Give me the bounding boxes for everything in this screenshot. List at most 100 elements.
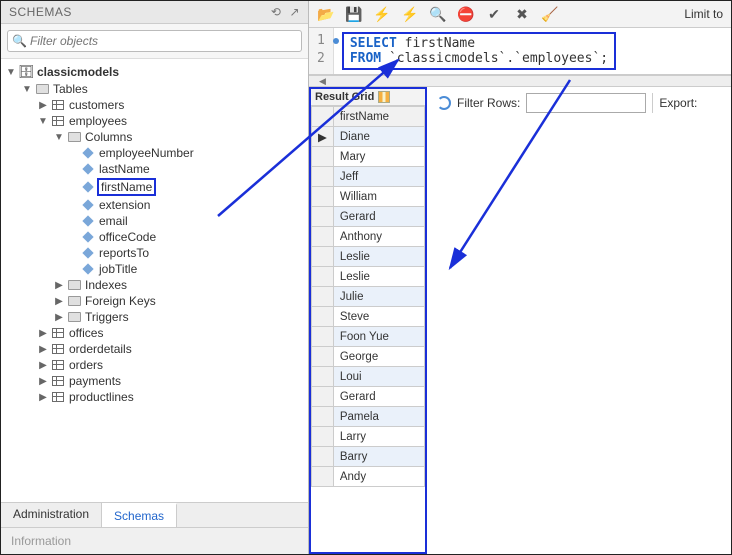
tree-node-column[interactable]: email [1, 213, 308, 229]
tree-node-table[interactable]: ▶productlines [1, 389, 308, 405]
table-row[interactable]: William [312, 187, 425, 207]
result-grid-table[interactable]: firstName ▶Diane Mary Jeff William Gerar… [311, 106, 425, 552]
tree-label: Foreign Keys [83, 294, 156, 308]
cell[interactable]: George [333, 347, 424, 367]
tree-node-column[interactable]: extension [1, 197, 308, 213]
column-header[interactable]: firstName [333, 107, 424, 127]
execute-cursor-icon[interactable]: ⚡ [401, 5, 419, 23]
explain-icon[interactable]: 🔍 [429, 5, 447, 23]
cell[interactable]: Foon Yue [333, 327, 424, 347]
collapse-icon[interactable]: ↗ [289, 5, 300, 19]
cell[interactable]: Barry [333, 447, 424, 467]
schema-tree[interactable]: ▼ 🗄 classicmodels ▼ Tables ▶ customers ▼… [1, 59, 308, 502]
tree-node-column[interactable]: jobTitle [1, 261, 308, 277]
tree-node-table[interactable]: ▶orders [1, 357, 308, 373]
beautify-icon[interactable]: 🧹 [541, 5, 559, 23]
stop-icon[interactable]: ⛔ [457, 5, 475, 23]
cell[interactable]: Loui [333, 367, 424, 387]
tree-node-section[interactable]: ▶Foreign Keys [1, 293, 308, 309]
table-row[interactable]: Foon Yue [312, 327, 425, 347]
table-icon [49, 116, 67, 126]
sql-identifier: firstName [405, 36, 475, 51]
commit-icon[interactable]: ✔ [485, 5, 503, 23]
cell[interactable]: Pamela [333, 407, 424, 427]
table-row[interactable]: Loui [312, 367, 425, 387]
rollback-icon[interactable]: ✖ [513, 5, 531, 23]
refresh-icon[interactable] [437, 96, 451, 110]
tree-node-column[interactable]: reportsTo [1, 245, 308, 261]
cell[interactable]: Gerard [333, 387, 424, 407]
tab-administration[interactable]: Administration [1, 503, 102, 527]
cell[interactable]: William [333, 187, 424, 207]
save-icon[interactable]: 💾 [345, 5, 363, 23]
refresh-icon[interactable]: ⟲ [271, 5, 282, 19]
sql-identifier: `classicmodels`.`employees`; [389, 51, 608, 66]
cell[interactable]: Leslie [333, 247, 424, 267]
table-row[interactable]: ▶Diane [312, 127, 425, 147]
table-row[interactable]: Larry [312, 427, 425, 447]
tree-node-column[interactable]: firstName [1, 177, 308, 197]
cell[interactable]: Andy [333, 467, 424, 487]
open-file-icon[interactable]: 📂 [317, 5, 335, 23]
schemas-panel-header: SCHEMAS ⟲ ↗ [1, 1, 308, 24]
tree-label-highlighted: firstName [97, 178, 156, 196]
search-icon: 🔍 [12, 34, 27, 48]
editor-gutter: 1 2 [309, 28, 334, 74]
table-icon [49, 100, 67, 110]
table-row[interactable]: Pamela [312, 407, 425, 427]
tree-node-tables[interactable]: ▼ Tables [1, 81, 308, 97]
table-row[interactable]: Gerard [312, 207, 425, 227]
tree-node-column[interactable]: lastName [1, 161, 308, 177]
tree-node-table[interactable]: ▶orderdetails [1, 341, 308, 357]
cell[interactable]: Julie [333, 287, 424, 307]
execute-icon[interactable]: ⚡ [373, 5, 391, 23]
cell[interactable]: Larry [333, 427, 424, 447]
cell[interactable]: Anthony [333, 227, 424, 247]
table-row[interactable]: Leslie [312, 247, 425, 267]
cell[interactable]: Leslie [333, 267, 424, 287]
table-row[interactable]: Barry [312, 447, 425, 467]
result-grid-tab[interactable]: Result Grid [311, 89, 425, 106]
cell[interactable]: Diane [333, 127, 424, 147]
cell[interactable]: Steve [333, 307, 424, 327]
cell[interactable]: Mary [333, 147, 424, 167]
sql-toolbar: 📂 💾 ⚡ ⚡ 🔍 ⛔ ✔ ✖ 🧹 Limit to [309, 1, 731, 28]
sql-editor[interactable]: 1 2 SELECT firstName FROM `classicmodels… [309, 28, 731, 75]
results-area: Result Grid firstName ▶Diane Mary Jeff W… [309, 87, 731, 554]
cell[interactable]: Jeff [333, 167, 424, 187]
tree-node-column[interactable]: employeeNumber [1, 145, 308, 161]
export-label: Export: [659, 96, 697, 110]
table-row[interactable]: Anthony [312, 227, 425, 247]
table-row[interactable]: Julie [312, 287, 425, 307]
table-row[interactable]: Jeff [312, 167, 425, 187]
folder-icon [65, 132, 83, 142]
tree-node-table[interactable]: ▼ employees [1, 113, 308, 129]
filter-rows-input[interactable] [526, 93, 646, 113]
tree-node-table[interactable]: ▶ customers [1, 97, 308, 113]
tree-node-table[interactable]: ▶offices [1, 325, 308, 341]
folder-icon [65, 312, 83, 322]
table-row[interactable]: Andy [312, 467, 425, 487]
splitter[interactable]: ◀ [309, 75, 731, 87]
tree-node-table[interactable]: ▶payments [1, 373, 308, 389]
table-row[interactable]: George [312, 347, 425, 367]
tree-label: officeCode [97, 230, 156, 244]
tree-node-column[interactable]: officeCode [1, 229, 308, 245]
sql-keyword: SELECT [350, 36, 397, 51]
tab-schemas[interactable]: Schemas [102, 503, 177, 527]
tree-node-section[interactable]: ▶Triggers [1, 309, 308, 325]
tree-label: jobTitle [97, 262, 137, 276]
folder-icon [65, 296, 83, 306]
result-grid-label: Result Grid [315, 91, 374, 103]
tree-label: email [97, 214, 128, 228]
cell[interactable]: Gerard [333, 207, 424, 227]
filter-rows-bar: Filter Rows: Export: [437, 93, 721, 113]
table-row[interactable]: Gerard [312, 387, 425, 407]
table-row[interactable]: Mary [312, 147, 425, 167]
tree-node-database[interactable]: ▼ 🗄 classicmodels [1, 63, 308, 81]
filter-objects-input[interactable] [7, 30, 302, 52]
table-row[interactable]: Leslie [312, 267, 425, 287]
table-row[interactable]: Steve [312, 307, 425, 327]
tree-node-section[interactable]: ▶Indexes [1, 277, 308, 293]
tree-node-columns[interactable]: ▼ Columns [1, 129, 308, 145]
